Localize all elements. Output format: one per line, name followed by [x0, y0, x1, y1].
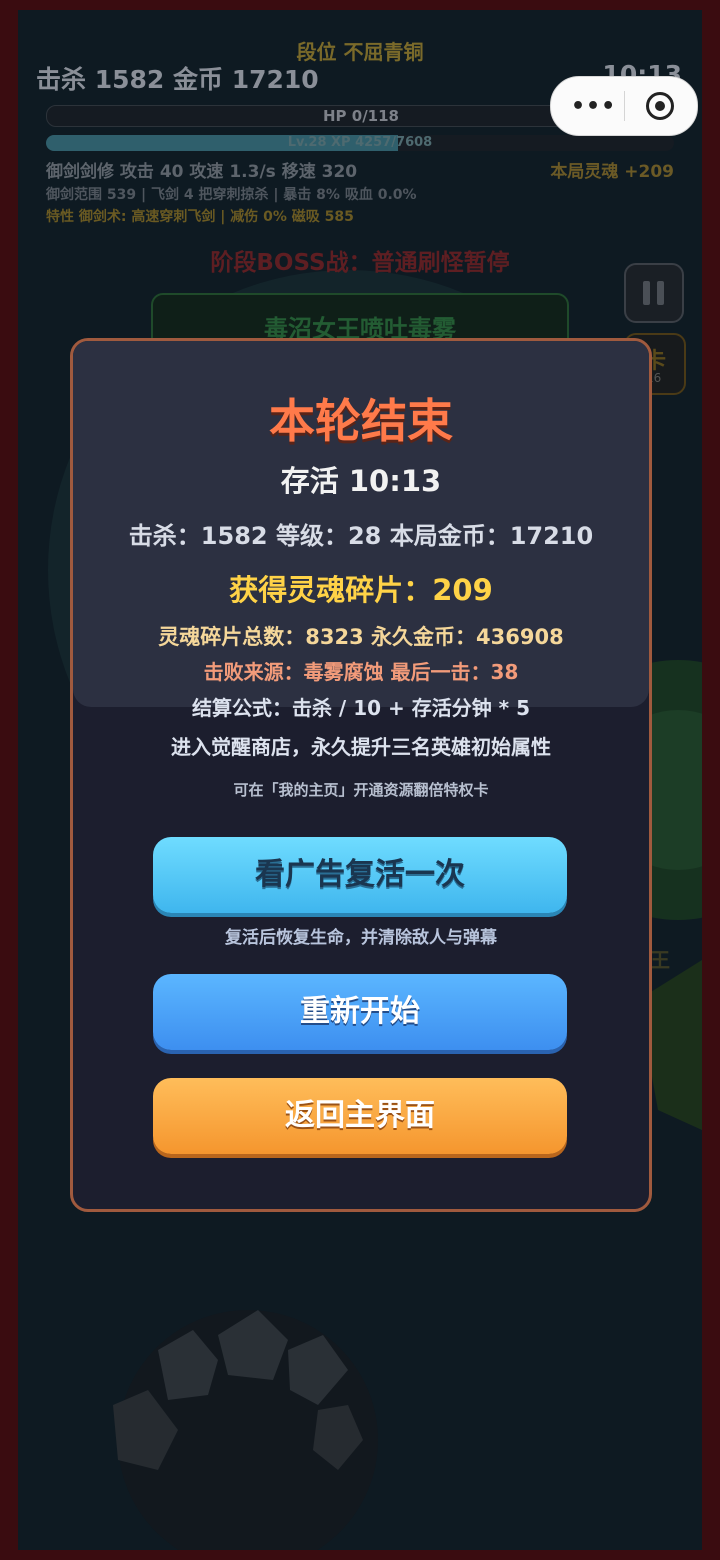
- settlement-formula: 结算公式：击杀 / 10 + 存活分钟 * 5: [191, 696, 531, 720]
- awaken-shop-hint: 进入觉醒商店，永久提升三名英雄初始属性: [171, 735, 551, 759]
- kills-gold-counter: 击杀 1582 金币 17210: [36, 65, 319, 94]
- close-target-icon[interactable]: [646, 92, 674, 120]
- watch-ad-revive-button[interactable]: 看广告复活一次: [153, 837, 567, 913]
- hero-stats-line2: 御剑范围 539 | 飞剑 4 把穿刺掠杀 | 暴击 8% 吸血 0.0%: [46, 187, 417, 203]
- xp-bar: Lv.28 XP 4257/7608: [46, 135, 674, 151]
- soul-shards-earned: 获得灵魂碎片：209: [229, 573, 493, 607]
- restart-button[interactable]: 重新开始: [153, 974, 567, 1050]
- survive-time: 存活 10:13: [280, 464, 442, 498]
- miniprogram-capsule: •••: [550, 76, 698, 136]
- boss-side-label: 王: [650, 948, 670, 972]
- revive-button-label: 看广告复活一次: [255, 857, 465, 892]
- xp-label: Lv.28 XP 4257/7608: [287, 135, 433, 150]
- round-stats: 击杀：1582 等级：28 本局金币：17210: [128, 522, 594, 550]
- more-icon[interactable]: •••: [571, 94, 616, 119]
- hero-stats-line1: 御剑剑修 攻击 40 攻速 1.3/s 移速 320: [46, 162, 358, 182]
- revive-hint: 复活后恢复生命，并清除敌人与弹幕: [225, 928, 497, 948]
- home-button[interactable]: 返回主界面: [153, 1078, 567, 1154]
- hero-stats-line3: 特性 御剑术: 高速穿刺飞剑 | 减伤 0% 磁吸 585: [46, 209, 354, 225]
- soul-gain-label: 本局灵魂 +209: [550, 162, 674, 182]
- boss-warning: 阶段BOSS战：普通刷怪暂停: [210, 250, 510, 276]
- round-end-dialog: 本轮结束 存活 10:13 击杀：1582 等级：28 本局金币：17210 获…: [70, 338, 652, 1212]
- pause-button[interactable]: [624, 263, 684, 323]
- totals-line: 灵魂碎片总数：8323 永久金币：436908: [158, 625, 564, 649]
- pause-icon: [643, 281, 650, 305]
- pause-icon-bar: [657, 281, 664, 305]
- dialog-title: 本轮结束: [269, 394, 453, 448]
- privilege-card-hint: 可在「我的主页」开通资源翻倍特权卡: [233, 781, 489, 799]
- defeat-source: 击败来源：毒雾腐蚀 最后一击：38: [203, 660, 519, 684]
- capsule-divider: [624, 91, 625, 121]
